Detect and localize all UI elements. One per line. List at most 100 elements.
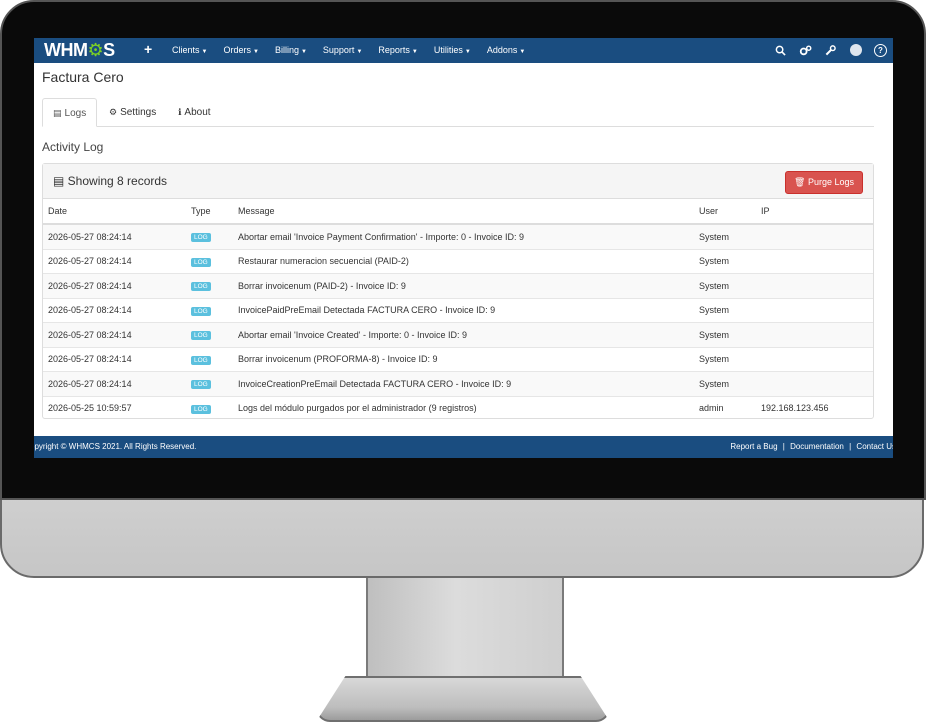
- menu-support[interactable]: Support ▼: [323, 45, 362, 55]
- log-badge: LOG: [191, 404, 211, 414]
- table-header-row: Date Type Message User IP: [43, 199, 873, 225]
- cell-type: LOG: [186, 223, 233, 249]
- cell-type: LOG: [186, 322, 233, 347]
- info-icon: ℹ: [178, 107, 182, 117]
- menu-label: Clients: [172, 45, 200, 55]
- log-badge: LOG: [191, 355, 211, 365]
- table-icon: ▤: [53, 174, 68, 188]
- contact-us-link[interactable]: Contact Us: [856, 442, 893, 451]
- log-badge: LOG: [191, 306, 211, 316]
- cell-date: 2026-05-27 08:24:14: [43, 346, 186, 372]
- page-title: Factura Cero: [42, 69, 124, 85]
- log-badge: LOG: [191, 331, 211, 341]
- panel-heading: ▤ Showing 8 records 🗑 Purge Logs: [43, 164, 873, 199]
- module-tabs: ▤ Logs ⚙ Settings ℹ About: [42, 98, 874, 127]
- menu-label: Orders: [223, 45, 251, 55]
- caret-down-icon: ▼: [464, 49, 471, 55]
- tab-logs[interactable]: ▤ Logs: [42, 98, 97, 127]
- column-header-date[interactable]: Date: [43, 199, 186, 225]
- menu-label: Billing: [274, 45, 299, 55]
- quick-add-button[interactable]: +: [144, 41, 152, 57]
- menu-reports[interactable]: Reports ▼: [378, 45, 417, 55]
- caret-down-icon: ▼: [519, 49, 526, 55]
- cell-date: 2026-05-27 08:24:14: [43, 248, 186, 274]
- menu-utilities[interactable]: Utilities ▼: [434, 45, 471, 55]
- menu-billing[interactable]: Billing ▼: [275, 45, 307, 55]
- documentation-link[interactable]: Documentation: [790, 442, 844, 451]
- monitor-stand-neck: [366, 576, 564, 686]
- table-row: 2026-05-25 10:59:57 LOG Logs del módulo …: [43, 395, 873, 420]
- whmcs-logo[interactable]: WHM⚙S: [44, 40, 115, 61]
- menu-addons[interactable]: Addons ▼: [487, 45, 525, 55]
- footer: opyright © WHMCS 2021. All Rights Reserv…: [34, 436, 893, 458]
- cell-date: 2026-05-27 08:24:14: [43, 322, 186, 347]
- table-row: 2026-05-27 08:24:14 LOG Abortar email 'I…: [43, 223, 873, 249]
- cell-ip: [756, 273, 873, 298]
- cell-user: admin: [694, 395, 756, 420]
- records-count: ▤ Showing 8 records: [53, 174, 167, 188]
- menu-clients[interactable]: Clients ▼: [172, 45, 207, 55]
- help-icon[interactable]: ?: [868, 41, 893, 59]
- column-header-message[interactable]: Message: [233, 199, 694, 225]
- table-row: 2026-05-27 08:24:14 LOG Borrar invoicenu…: [43, 346, 873, 372]
- cell-type: LOG: [186, 248, 233, 274]
- section-title: Activity Log: [42, 140, 104, 154]
- menu-label: Support: [322, 45, 355, 55]
- menu-orders[interactable]: Orders ▼: [223, 45, 258, 55]
- activity-log-table: Date Type Message User IP 2026-05-27 08:…: [43, 199, 873, 420]
- cell-type: LOG: [186, 297, 233, 323]
- cell-date: 2026-05-27 08:24:14: [43, 273, 186, 298]
- wrench-icon[interactable]: [818, 41, 843, 59]
- column-header-type[interactable]: Type: [186, 199, 233, 225]
- tab-about[interactable]: ℹ About: [168, 98, 221, 126]
- table-body: 2026-05-27 08:24:14 LOG Abortar email 'I…: [43, 223, 873, 420]
- cell-type: LOG: [186, 273, 233, 298]
- search-icon[interactable]: [768, 41, 793, 59]
- menu-label: Addons: [486, 45, 518, 55]
- table-row: 2026-05-27 08:24:14 LOG Abortar email 'I…: [43, 322, 873, 347]
- tab-label: About: [184, 107, 211, 118]
- cell-message: InvoicePaidPreEmail Detectada FACTURA CE…: [233, 297, 694, 323]
- column-header-user[interactable]: User: [694, 199, 756, 225]
- caret-down-icon: ▼: [300, 49, 307, 55]
- footer-separator: |: [782, 442, 785, 451]
- tab-settings[interactable]: ⚙ Settings: [99, 98, 166, 126]
- copyright-text: opyright © WHMCS 2021. All Rights Reserv…: [34, 442, 197, 451]
- log-badge: LOG: [191, 257, 211, 267]
- monitor-chin: [0, 496, 924, 578]
- table-row: 2026-05-27 08:24:14 LOG Restaurar numera…: [43, 248, 873, 274]
- cell-user: System: [694, 297, 756, 323]
- purge-logs-button[interactable]: 🗑 Purge Logs: [785, 171, 863, 194]
- cell-user: System: [694, 346, 756, 372]
- activity-log-panel: ▤ Showing 8 records 🗑 Purge Logs Date Ty…: [42, 163, 874, 420]
- menu-label: Utilities: [433, 45, 463, 55]
- caret-down-icon: ▼: [356, 49, 363, 55]
- cell-ip: [756, 248, 873, 274]
- table-row: 2026-05-27 08:24:14 LOG InvoicePaidPreEm…: [43, 297, 873, 323]
- footer-links: Report a Bug | Documentation | Contact U…: [730, 442, 893, 451]
- main-menu: Clients ▼ Orders ▼ Billing ▼ Support ▼ Repor…: [172, 45, 541, 55]
- caret-down-icon: ▼: [411, 49, 418, 55]
- caret-down-icon: ▼: [201, 49, 208, 55]
- gears-icon[interactable]: [793, 41, 818, 59]
- caret-down-icon: ▼: [252, 49, 259, 55]
- cell-date: 2026-05-27 08:24:14: [43, 297, 186, 323]
- log-badge: LOG: [191, 233, 211, 243]
- cell-user: System: [694, 273, 756, 298]
- cell-ip: [756, 297, 873, 323]
- cell-type: LOG: [186, 371, 233, 396]
- trash-icon: 🗑: [794, 177, 806, 187]
- report-bug-link[interactable]: Report a Bug: [730, 442, 777, 451]
- table-row: 2026-05-27 08:24:14 LOG Borrar invoicenu…: [43, 273, 873, 298]
- cell-message: InvoiceCreationPreEmail Detectada FACTUR…: [233, 371, 694, 396]
- cell-user: System: [694, 248, 756, 274]
- cell-type: LOG: [186, 346, 233, 372]
- navbar-icons: ?: [768, 41, 893, 59]
- cell-date: 2026-05-27 08:24:14: [43, 371, 186, 396]
- column-header-ip[interactable]: IP: [756, 199, 873, 225]
- purge-label: Purge Logs: [807, 177, 854, 187]
- help-glyph: ?: [874, 43, 887, 57]
- log-badge: LOG: [191, 282, 211, 292]
- menu-label: Reports: [378, 45, 410, 55]
- user-avatar-icon[interactable]: [843, 41, 868, 59]
